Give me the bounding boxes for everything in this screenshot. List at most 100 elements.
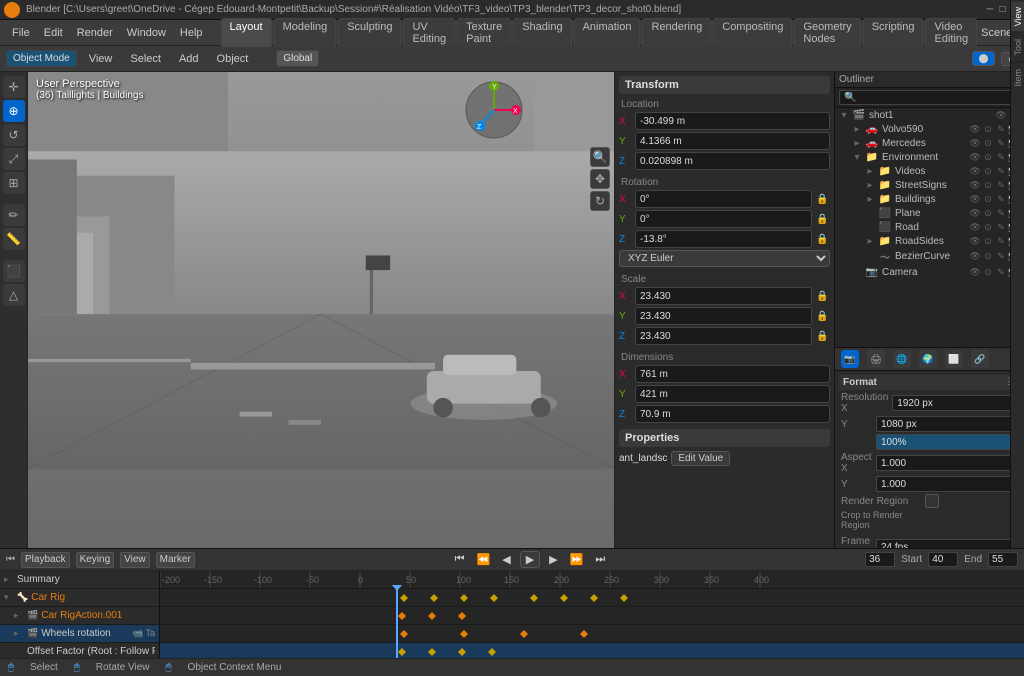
outliner-item-buildings[interactable]: ▸ 📁 Buildings 👁⊙✎📷 — [835, 192, 1024, 206]
move-tool[interactable]: ⊕ — [3, 100, 25, 122]
view-menu[interactable]: View — [83, 51, 119, 67]
menu-render[interactable]: Render — [71, 25, 119, 41]
scale-x-input[interactable] — [635, 287, 812, 305]
object-tab-icon[interactable]: ⬜ — [945, 350, 963, 368]
outliner-item-beziercurve[interactable]: 〜 BezierCurve 👁⊙✎📷 — [835, 248, 1024, 265]
add-menu[interactable]: Add — [173, 51, 205, 67]
jump-end-btn[interactable]: ⏭ — [592, 553, 608, 566]
track-area[interactable]: -200 -150 -100 -50 0 50 100 150 — [160, 571, 1024, 658]
euler-mode-select[interactable]: XYZ Euler — [619, 250, 830, 267]
res-x-input[interactable] — [892, 395, 1024, 411]
viewport[interactable]: User Perspective (36) Taillights | Build… — [28, 72, 614, 548]
track-label-car-rig[interactable]: ▾ 🦴 Car Rig — [0, 589, 159, 607]
properties-header-row[interactable]: Properties — [619, 429, 830, 447]
annotate-tool[interactable]: ✏ — [3, 204, 25, 226]
measure-tool[interactable]: 📏 — [3, 228, 25, 250]
res-y-input[interactable] — [876, 416, 1018, 432]
menu-edit[interactable]: Edit — [38, 25, 69, 41]
tab-sculpting[interactable]: Sculpting — [338, 18, 401, 47]
location-z-input[interactable] — [635, 152, 830, 170]
tab-compositing[interactable]: Compositing — [713, 18, 792, 47]
render-region-checkbox[interactable] — [925, 494, 939, 508]
tab-uv-editing[interactable]: UV Editing — [403, 18, 455, 47]
rotation-x-input[interactable] — [635, 190, 812, 208]
dim-y-input[interactable] — [635, 385, 830, 403]
output-tab-icon[interactable]: 🖨 — [867, 350, 885, 368]
jump-start-btn[interactable]: ⏮ — [452, 553, 468, 566]
prev-frame-btn[interactable]: ◀ — [499, 553, 513, 566]
track-label-offset[interactable]: Offset Factor (Root : Follow Path) — [0, 643, 159, 658]
outliner-item-volvo[interactable]: ▸ 🚗 Volvo590 👁⊙✎📷 — [835, 122, 1024, 136]
aspect-x-input[interactable] — [876, 455, 1018, 471]
zoom-btn[interactable]: 🔍 — [590, 147, 610, 167]
constraint-tab-icon[interactable]: 🔗 — [971, 350, 989, 368]
tab-rendering[interactable]: Rendering — [642, 18, 711, 47]
add-cube-tool[interactable]: ⬛ — [3, 260, 25, 282]
transform-panel-header[interactable]: Transform — [619, 76, 830, 94]
tab-geometry-nodes[interactable]: Geometry Nodes — [794, 18, 860, 47]
outliner-item-streetsigns[interactable]: ▸ 📁 StreetSigns 👁⊙✎📷 — [835, 178, 1024, 192]
menu-help[interactable]: Help — [174, 25, 209, 41]
track-label-summary[interactable]: ▸ Summary — [0, 571, 159, 589]
tab-animation[interactable]: Animation — [574, 18, 641, 47]
tab-texture-paint[interactable]: Texture Paint — [457, 18, 511, 47]
res-pct-input[interactable] — [876, 434, 1018, 450]
outliner-item-environment[interactable]: ▾ 📁 Environment 👁⊙✎📷 — [835, 150, 1024, 164]
cursor-tool[interactable]: ✛ — [3, 76, 25, 98]
render-tab-icon[interactable]: 📷 — [841, 350, 859, 368]
world-tab-icon[interactable]: 🌍 — [919, 350, 937, 368]
outliner-item-videos[interactable]: ▸ 📁 Videos 👁⊙✎📷 — [835, 164, 1024, 178]
start-frame-input[interactable] — [928, 552, 958, 567]
outliner-item-roadsides[interactable]: ▸ 📁 RoadSides 👁⊙✎📷 — [835, 234, 1024, 248]
tab-layout[interactable]: Layout — [221, 18, 272, 47]
frame-rate-input[interactable] — [876, 539, 1018, 548]
orbit-btn[interactable]: ↻ — [590, 191, 610, 211]
rotation-y-input[interactable] — [635, 210, 812, 228]
object-menu[interactable]: Object — [211, 51, 255, 67]
tab-modeling[interactable]: Modeling — [274, 18, 337, 47]
location-x-input[interactable] — [635, 112, 830, 130]
scale-tool[interactable]: ⤢ — [3, 148, 25, 170]
current-frame-input[interactable] — [865, 552, 895, 567]
format-section-header[interactable]: Format ☰ — [839, 375, 1020, 390]
tab-video-editing[interactable]: Video Editing — [925, 18, 977, 47]
scene-tab-icon[interactable]: 🌐 — [893, 350, 911, 368]
end-frame-input[interactable] — [988, 552, 1018, 567]
location-y-input[interactable] — [635, 132, 830, 150]
playback-select[interactable]: Playback — [21, 552, 70, 568]
tab-scripting[interactable]: Scripting — [863, 18, 924, 47]
play-btn[interactable]: ▶ — [520, 551, 540, 568]
tab-shading[interactable]: Shading — [513, 18, 571, 47]
keying-select[interactable]: Keying — [76, 552, 115, 568]
rotate-tool[interactable]: ↺ — [3, 124, 25, 146]
gizmo-widget[interactable]: Y X Z — [464, 80, 524, 143]
outliner-item-camera[interactable]: 📷 Camera 👁⊙✎📷 — [835, 265, 1024, 279]
view-select[interactable]: View — [120, 552, 150, 568]
marker-select[interactable]: Marker — [156, 552, 195, 568]
outliner-item-road[interactable]: ⬛ Road 👁⊙✎📷 — [835, 220, 1024, 234]
transform-tool[interactable]: ⊞ — [3, 172, 25, 194]
scale-y-input[interactable] — [635, 307, 812, 325]
aspect-y-input[interactable] — [876, 476, 1018, 492]
track-label-wheels[interactable]: ▸ 🎬 Wheels rotation 📹 Ta — [0, 625, 159, 643]
transform-global-btn[interactable]: Global — [276, 50, 319, 67]
outliner-search-input[interactable] — [839, 90, 1020, 105]
mode-select[interactable]: Object Mode — [6, 50, 77, 67]
outliner-item-mercedes[interactable]: ▸ 🚗 Mercedes 👁⊙✎📷 — [835, 136, 1024, 150]
edit-value-btn[interactable]: Edit Value — [671, 451, 730, 466]
dim-z-input[interactable] — [635, 405, 830, 423]
prev-key-btn[interactable]: ⏪ — [474, 553, 494, 566]
rotation-z-input[interactable] — [635, 230, 812, 248]
add-mesh-tool[interactable]: △ — [3, 284, 25, 306]
menu-window[interactable]: Window — [121, 25, 172, 41]
next-key-btn[interactable]: ⏩ — [567, 553, 587, 566]
track-label-car-rig-action[interactable]: ▸ 🎬 Car RigAction.001 — [0, 607, 159, 625]
pan-btn[interactable]: ✥ — [590, 169, 610, 189]
outliner-item-shot1[interactable]: ▾ 🎬 shot1 👁⊙ — [835, 108, 1024, 122]
outliner-item-plane[interactable]: ⬛ Plane 👁⊙✎📷 — [835, 206, 1024, 220]
select-menu[interactable]: Select — [124, 51, 167, 67]
overlay-toggle[interactable]: ⬤ — [972, 51, 994, 66]
dim-x-input[interactable] — [635, 365, 830, 383]
scale-z-input[interactable] — [635, 327, 812, 345]
menu-file[interactable]: File — [6, 25, 36, 41]
